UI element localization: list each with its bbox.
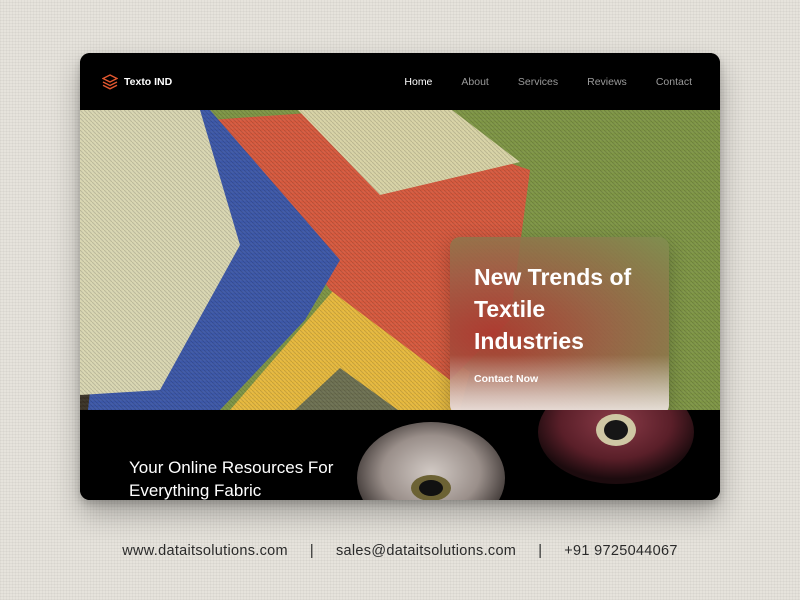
footer-separator: | [309,543,314,559]
layers-icon [102,73,118,90]
hero-card: New Trends of Textile Industries Contact… [450,237,669,410]
contact-footer: www.dataitsolutions.com | sales@dataitso… [0,543,800,559]
section-tagline: Your Online Resources For Everything Fab… [129,458,334,500]
nav-home[interactable]: Home [404,76,432,88]
nav-about[interactable]: About [461,76,488,88]
resources-section: Your Online Resources For Everything Fab… [80,410,720,500]
hero-title: New Trends of Textile Industries [474,264,632,354]
contact-now-link[interactable]: Contact Now [474,373,538,385]
hero-banner: New Trends of Textile Industries Contact… [80,110,720,410]
website-link[interactable]: www.dataitsolutions.com [122,543,288,559]
footer-separator: | [538,543,543,559]
phone-link[interactable]: +91 9725044067 [564,543,677,559]
browser-window: Texto IND Home About Services Reviews Co… [80,53,720,500]
navbar: Texto IND Home About Services Reviews Co… [80,53,720,110]
nav-reviews[interactable]: Reviews [587,76,627,88]
main-nav: Home About Services Reviews Contact [404,76,692,88]
nav-services[interactable]: Services [518,76,558,88]
email-link[interactable]: sales@dataitsolutions.com [336,543,516,559]
nav-contact[interactable]: Contact [656,76,692,88]
brand[interactable]: Texto IND [102,73,173,90]
brand-name: Texto IND [124,75,173,88]
